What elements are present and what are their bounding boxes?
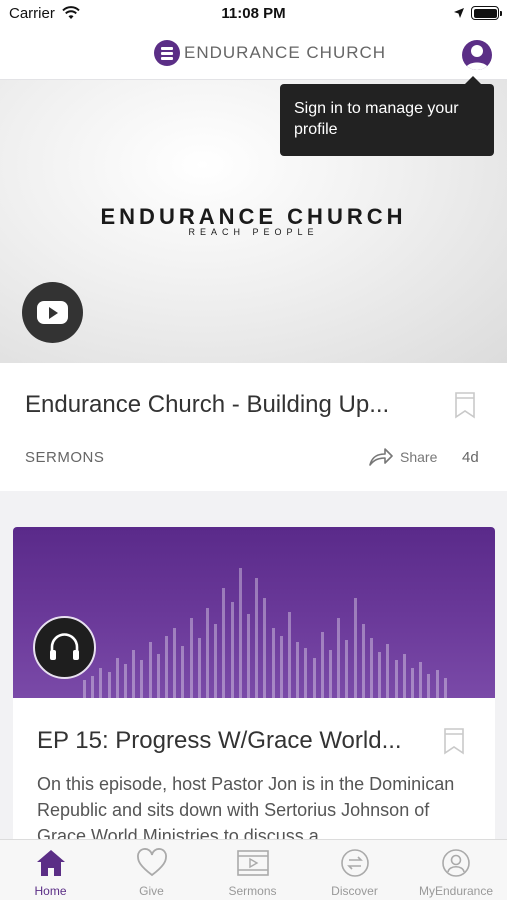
- waveform-bar: [107, 672, 111, 698]
- status-time: 11:08 PM: [221, 5, 286, 22]
- share-icon[interactable]: [369, 446, 393, 466]
- home-icon: [36, 850, 65, 876]
- waveform-bar: [132, 650, 136, 698]
- headphones-icon: [50, 633, 79, 660]
- profile-button[interactable]: [462, 40, 492, 70]
- brand-name: ENDURANCE CHURCH: [184, 43, 387, 62]
- waveform-bar: [238, 568, 242, 698]
- tooltip-text: Sign in to manage your profile: [294, 100, 459, 138]
- waveform-bar: [247, 614, 250, 698]
- waveform-bar: [419, 662, 423, 698]
- waveform-bar: [263, 598, 267, 698]
- waveform-bar: [124, 664, 127, 698]
- tab-label: Sermons: [228, 884, 277, 898]
- podcast-thumbnail[interactable]: [13, 527, 495, 698]
- tab-bar: Home Give Sermons Discover MyEndurance: [0, 839, 507, 900]
- tab-myendurance[interactable]: MyEndurance: [405, 840, 507, 900]
- podcast-play-button[interactable]: [33, 616, 96, 679]
- tab-discover[interactable]: Discover: [304, 840, 405, 900]
- discover-icon: [340, 849, 369, 877]
- waveform-bar: [222, 588, 226, 698]
- post-age: 4d: [462, 449, 479, 466]
- podcast-description: On this episode, host Pastor Jon is in t…: [37, 774, 455, 846]
- podcast-title[interactable]: EP 15: Progress W/Grace World...: [37, 727, 402, 755]
- waveform-bar: [304, 648, 308, 698]
- waveform-bar: [296, 642, 300, 698]
- waveform-bar: [156, 654, 160, 698]
- status-bar: Carrier 11:08 PM: [0, 0, 507, 28]
- sign-in-tooltip[interactable]: Sign in to manage your profile: [280, 76, 494, 156]
- church-logo-icon: [154, 40, 180, 66]
- waveform-bar: [91, 676, 95, 698]
- waveform-bar: [427, 674, 431, 698]
- waveform-bar: [83, 680, 86, 698]
- waveform-bar: [345, 640, 349, 698]
- sermon-title[interactable]: Endurance Church - Building Up...: [25, 391, 389, 419]
- waveform-bar: [443, 678, 447, 698]
- waveform-bar: [320, 632, 324, 698]
- waveform-bar: [173, 628, 177, 698]
- waveform-bar: [329, 650, 332, 698]
- waveform-bar: [181, 646, 185, 698]
- waveform-bar: [361, 624, 365, 698]
- youtube-play-button[interactable]: [22, 282, 83, 343]
- battery-icon: [471, 6, 502, 20]
- brand: ENDURANCE CHURCH: [154, 40, 386, 66]
- waveform-bar: [255, 578, 259, 698]
- sermon-category: SERMONS: [25, 449, 105, 466]
- waveform-bar: [189, 618, 193, 698]
- podcast-card[interactable]: EP 15: Progress W/Grace World... On this…: [13, 527, 495, 847]
- person-icon: [442, 849, 470, 877]
- youtube-icon: [37, 301, 68, 324]
- waveform-bar: [353, 598, 357, 698]
- share-button[interactable]: Share: [400, 449, 437, 465]
- tab-label: Discover: [331, 884, 378, 898]
- waveform-bar: [165, 636, 168, 698]
- waveform-bar: [271, 628, 275, 698]
- bookmark-icon[interactable]: [453, 391, 477, 419]
- waveform-bar: [279, 636, 283, 698]
- waveform-bar: [386, 644, 390, 698]
- person-icon: [465, 45, 489, 70]
- tab-label: MyEndurance: [418, 884, 494, 898]
- waveform-bar: [140, 660, 144, 698]
- waveform-bar: [197, 638, 201, 698]
- waveform-bar: [370, 638, 373, 698]
- waveform-bar: [206, 608, 209, 698]
- waveform-bar: [337, 618, 341, 698]
- tab-home[interactable]: Home: [0, 840, 101, 900]
- tab-give[interactable]: Give: [101, 840, 202, 900]
- waveform-bar: [214, 624, 218, 698]
- waveform-bar: [312, 658, 316, 698]
- tab-label: Home: [34, 884, 67, 898]
- heart-icon: [136, 848, 167, 877]
- nav-bar: ENDURANCE CHURCH: [0, 28, 507, 80]
- bookmark-icon[interactable]: [442, 727, 466, 755]
- location-arrow-icon: [454, 8, 464, 18]
- waveform-bar: [435, 670, 439, 698]
- waveform-bar: [394, 660, 398, 698]
- waveform-bar: [288, 612, 291, 698]
- tab-label: Give: [139, 884, 164, 898]
- waveform-bar: [411, 668, 414, 698]
- waveform-bar: [402, 654, 406, 698]
- waveform-bar: [230, 602, 234, 698]
- film-icon: [236, 850, 269, 876]
- waveform-bar: [148, 642, 152, 698]
- waveform-bar: [99, 668, 103, 698]
- waveform-bar: [378, 652, 382, 698]
- tab-sermons[interactable]: Sermons: [202, 840, 303, 900]
- waveform-bar: [115, 658, 119, 698]
- thumbnail-subtitle: REACH PEOPLE: [188, 227, 319, 237]
